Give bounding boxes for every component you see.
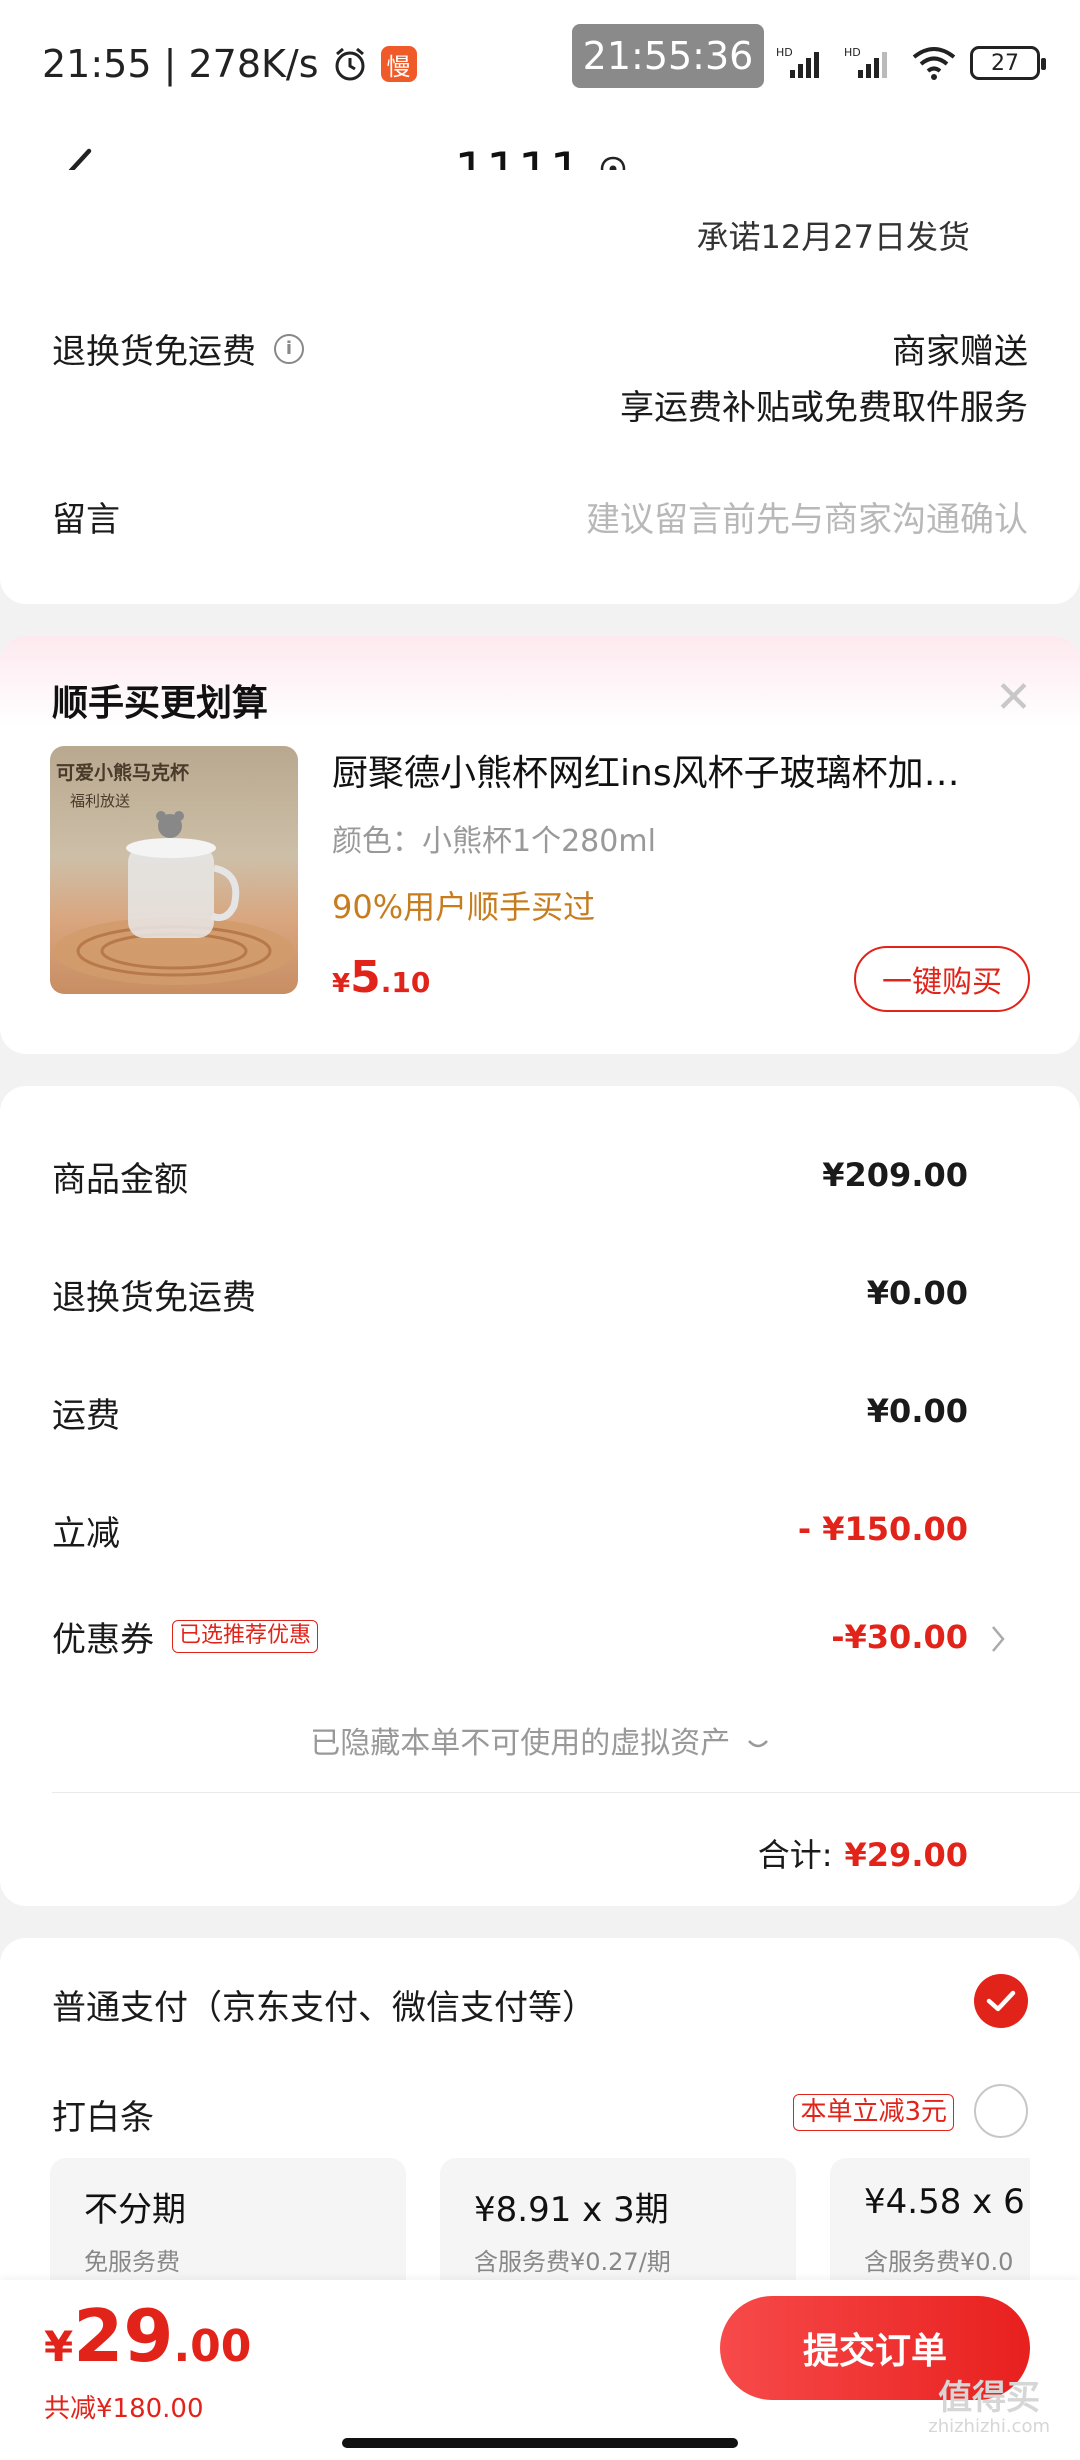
installment-option[interactable]: ¥4.58 x 6 含服务费¥0.0 [830,2158,1030,2298]
summary-value: ¥0.00 [866,1392,968,1430]
installment-title: ¥8.91 x 3期 [474,2190,669,2230]
summary-label: 退换货免运费 [52,1278,256,1318]
chevron-right-icon [992,1626,1005,1652]
payment-option-normal[interactable]: 普通支付（京东支付、微信支付等） [52,1974,1028,2034]
battery-icon: 27 [970,46,1046,80]
watermark: 值得买 zhizhizhi.com [928,2378,1050,2438]
upsell-price: ¥ 5 .10 [332,952,430,1003]
note-label: 留言 [52,500,120,540]
status-right: HD HD 27 [776,44,1046,82]
summary-row: 商品金额 ¥209.00 [52,1152,1028,1202]
installment-option[interactable]: 不分期 免服务费 [50,2158,406,2298]
one-click-buy-button[interactable]: 一键购买 [854,946,1030,1012]
checkout-total: ¥ 29 .00 [44,2294,251,2378]
upsell-title: 顺手买更划算 [52,683,269,724]
status-bar: 21:55 | 278K/s 慢 21:55:36 HD HD 27 [0,0,1080,130]
screen-record-time: 21:55:36 [572,24,764,88]
signal-hd-icon: HD [776,46,819,78]
svg-text:HD: HD [844,46,861,59]
total-row: 合计: ¥29.00 [758,1830,968,1876]
divider [52,1792,1080,1793]
app-badge-icon: 慢 [380,46,417,82]
price-summary-card: 商品金额 ¥209.00 退换货免运费 ¥0.00 运费 ¥0.00 立减 - … [0,1086,1080,1906]
price-decimal: .00 [173,2321,252,2372]
status-clock-speed: 21:55 | 278K/s [42,42,319,86]
upsell-social-proof: 90%用户顺手买过 [332,888,596,926]
coupon-label: 优惠券 [52,1620,154,1660]
installment-title: ¥4.58 x 6 [864,2182,1025,2222]
return-shipping-value: 商家赠送 [892,332,1028,372]
upsell-card: 顺手买更划算 ✕ 可爱小熊马克杯 福利放送 厨聚德小熊杯网红ins风杯子玻璃杯加… [0,636,1080,1054]
summary-row: 立减 - ¥150.00 [52,1506,1028,1556]
return-shipping-label: 退换货免运费 [52,332,256,372]
note-row[interactable]: 留言 建议留言前先与商家沟通确认 [52,492,1028,552]
summary-value: ¥0.00 [866,1274,968,1312]
info-icon[interactable]: i [274,333,304,364]
summary-label: 商品金额 [52,1160,188,1200]
summary-row: 退换货免运费 ¥0.00 [52,1270,1028,1320]
wifi-icon [912,47,956,80]
signal-hd-icon: HD [844,46,887,78]
mug-illustration [54,811,294,985]
return-shipping-desc: 享运费补贴或免费取件服务 [620,388,1028,428]
installment-sub: 含服务费¥0.0 [864,2248,1014,2276]
price-integer: 29 [73,2294,174,2378]
total-label: 合计: [757,1836,833,1874]
installment-option[interactable]: ¥8.91 x 3期 含服务费¥0.27/期 [440,2158,796,2298]
watermark-text: 值得买 [938,2378,1041,2418]
return-shipping-row[interactable]: 退换货免运费 i 商家赠送 享运费补贴或免费取件服务 [52,324,1028,434]
coupon-tag: 已选推荐优惠 [172,1620,319,1653]
installment-sub: 免服务费 [84,2248,180,2276]
price-currency: ¥ [332,969,351,999]
hidden-assets-toggle[interactable]: 已隐藏本单不可使用的虚拟资产 [0,1718,1080,1762]
coupon-row[interactable]: 优惠券 已选推荐优惠 -¥30.00 [52,1612,1028,1668]
delivery-promise-text: 承诺12月27日发货 [696,218,970,256]
radio-checked-icon[interactable] [974,1974,1028,2028]
payment-baitiao-label: 打白条 [52,2098,154,2138]
status-left: 21:55 | 278K/s 慢 [42,42,417,86]
hidden-assets-text: 已隐藏本单不可使用的虚拟资产 [310,1726,731,1761]
battery-level: 27 [991,50,1019,76]
product-image[interactable]: 可爱小熊马克杯 福利放送 [50,746,298,994]
upsell-product-name[interactable]: 厨聚德小熊杯网红ins风杯子玻璃杯加… [332,744,1022,796]
order-info-card: 承诺12月27日发货 退换货免运费 i 商家赠送 享运费补贴或免费取件服务 留言… [0,170,1080,604]
svg-text:HD: HD [776,46,793,59]
summary-label: 立减 [52,1514,120,1554]
total-savings: 共减¥180.00 [44,2394,204,2424]
payment-card: 普通支付（京东支付、微信支付等） 打白条 本单立减3元 不分期 免服务费 ¥8.… [0,1938,1080,2338]
installment-title: 不分期 [84,2190,186,2230]
radio-unchecked-icon[interactable] [974,2084,1028,2138]
upsell-product-spec: 颜色：小熊杯1个280ml [332,824,656,859]
summary-label: 运费 [52,1396,120,1436]
payment-normal-label: 普通支付（京东支付、微信支付等） [52,1988,596,2028]
watermark-url: zhizhizhi.com [928,2416,1050,2438]
alarm-icon [335,47,365,81]
summary-value: ¥209.00 [822,1156,968,1194]
price-integer: 5 [350,952,381,1003]
total-value: ¥29.00 [844,1836,968,1874]
baitiao-discount-tag: 本单立减3元 [793,2094,954,2132]
installment-sub: 含服务费¥0.27/期 [474,2248,671,2276]
price-decimal: .10 [380,966,431,999]
chevron-down-icon [747,1739,768,1747]
coupon-value: -¥30.00 [831,1618,968,1656]
discount-value: - ¥150.00 [797,1510,968,1548]
checkout-bar: ¥ 29 .00 共减¥180.00 提交订单 值得买 zhizhizhi.co… [0,2280,1080,2460]
summary-row: 运费 ¥0.00 [52,1388,1028,1438]
home-indicator[interactable] [342,2438,738,2448]
payment-option-baitiao[interactable]: 打白条 本单立减3元 [52,2084,1028,2144]
note-input[interactable]: 建议留言前先与商家沟通确认 [586,492,1028,541]
close-icon[interactable]: ✕ [995,672,1032,723]
price-currency: ¥ [44,2322,74,2371]
